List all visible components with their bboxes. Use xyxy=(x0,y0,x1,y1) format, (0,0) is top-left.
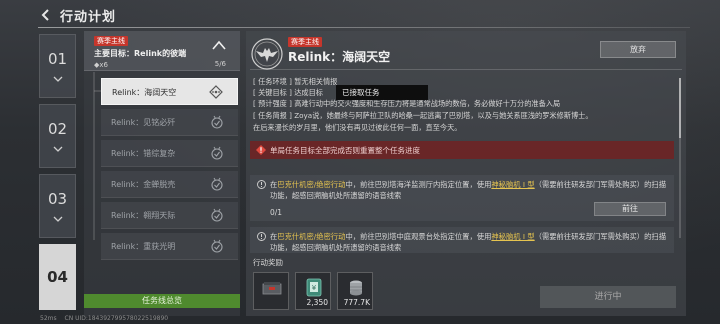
page-title: 行动计划 xyxy=(60,10,117,25)
chevron-down-icon xyxy=(53,146,62,152)
goto-button[interactable]: 前往 xyxy=(594,202,666,216)
questline-overview-button[interactable]: 任务线总览 xyxy=(84,294,240,308)
quest-item-chonghuoguangming[interactable]: Relink：重获光明 xyxy=(101,233,238,260)
quest-tree-line xyxy=(93,72,101,240)
brief-key: [ 任务简报 ] xyxy=(253,111,292,120)
chapter-number: 03 xyxy=(47,190,68,208)
main-goal-progress: 5/6 xyxy=(214,60,226,68)
target-key: [ 关键目标 ] xyxy=(253,88,292,97)
ammo-box-icon xyxy=(262,282,282,295)
main-goal-reward: ◆x6 xyxy=(94,61,108,69)
task-mode: 巴克什机密/绝密行动 xyxy=(277,232,346,241)
quest-item-cuozongfuza[interactable]: Relink：错综复杂 xyxy=(101,140,238,167)
detail-divider xyxy=(250,69,682,70)
chapter-number: 04 xyxy=(47,268,68,286)
uid-text: CN UID:184392799578022519890 xyxy=(64,315,169,322)
active-diamond-icon xyxy=(209,85,223,99)
task-description: 在巴克什机密/绝密行动中，前往巴别塔海洋监测厅内指定位置，使用神秘脑机 I 型（… xyxy=(270,180,666,200)
task-mode: 巴克什机密/绝密行动 xyxy=(277,180,346,189)
item-link[interactable]: 神秘脑机 I 型 xyxy=(491,180,534,189)
task-description: 在巴克什机密/绝密行动中，前往巴别塔中庭观景台处指定位置，使用神秘脑机 I 型（… xyxy=(270,232,666,252)
medal-check-icon xyxy=(211,208,223,222)
warning-text: 单局任务目标全部完成否则重置整个任务进度 xyxy=(270,146,420,155)
accepted-tooltip: 已接取任务 xyxy=(336,85,428,100)
task-item-2: 在巴克什机密/绝密行动中，前往巴别塔中庭观景台处指定位置，使用神秘脑机 I 型（… xyxy=(250,227,674,253)
chevron-down-icon xyxy=(53,76,62,82)
money-box-icon: ¥ xyxy=(306,278,322,297)
season-tag: 赛季主线 xyxy=(94,36,128,46)
reward-tile-money[interactable]: ¥ 2,350 xyxy=(295,272,331,310)
task-progress: 0/1 xyxy=(270,208,283,217)
chapter-tab-02[interactable]: 02 xyxy=(39,104,76,168)
reward-tile-coins[interactable]: 777.7K xyxy=(337,272,373,310)
chapter-number: 01 xyxy=(47,50,68,68)
latency-text: 52ms xyxy=(40,315,57,322)
quest-item-aoxiangtianji[interactable]: Relink：翱翔天际 xyxy=(101,202,238,229)
quest-item-label: Relink：翱翔天际 xyxy=(111,211,176,220)
medal-check-icon xyxy=(211,239,223,253)
quest-item-jinchantuoqiao[interactable]: Relink：金蝉脱壳 xyxy=(101,171,238,198)
svg-text:¥: ¥ xyxy=(312,284,317,292)
scrollbar-thumb[interactable] xyxy=(679,78,681,138)
reward-tile-ammo[interactable] xyxy=(253,272,289,310)
warning-banner: 单局任务目标全部完成否则重置整个任务进度 xyxy=(250,141,674,159)
env-line: [ 任务环境 ] 暂无相关情报 xyxy=(253,77,337,87)
task-status-icon xyxy=(257,232,266,241)
quest-item-label: Relink：见铭必歼 xyxy=(111,118,176,127)
quest-title: Relink：海阔天空 xyxy=(288,50,391,64)
reward-count: 2,350 xyxy=(306,298,328,307)
season-tag: 赛季主线 xyxy=(288,37,322,47)
difficulty-key: [ 预计强度 ] xyxy=(253,99,292,108)
detail-scrollbar[interactable] xyxy=(679,78,681,238)
header-divider xyxy=(38,27,690,28)
brief-line-1: Zoya说，她最终与阿萨拉卫队的哈桑一起逃离了巴别塔，以及与她关系匪浅的罗米修斯… xyxy=(294,111,593,120)
quest-item-label: Relink：重获光明 xyxy=(111,242,176,251)
reward-count: 777.7K xyxy=(343,298,370,307)
coin-stack-icon xyxy=(350,280,362,296)
chapter-tab-03[interactable]: 03 xyxy=(39,174,76,238)
difficulty-line: [ 预计强度 ] 高难行动中的交火强度和生存压力将是通常战场的数倍，务必做好十万… xyxy=(253,99,560,109)
env-key: [ 任务环境 ] xyxy=(253,77,292,86)
quest-item-jianmingbijian[interactable]: Relink：见铭必歼 xyxy=(101,109,238,136)
warning-diamond-icon xyxy=(256,145,266,155)
eagle-emblem-icon xyxy=(251,38,283,70)
chevron-up-icon[interactable] xyxy=(212,40,226,50)
quest-item-label: Relink：海阔天空 xyxy=(112,88,177,97)
back-arrow-icon[interactable] xyxy=(38,7,54,23)
chapter-tab-01[interactable]: 01 xyxy=(39,34,76,98)
target-value: 达成目标 xyxy=(294,88,323,97)
brief-line: [ 任务简报 ] Zoya说，她最终与阿萨拉卫队的哈桑一起逃离了巴别塔，以及与她… xyxy=(253,111,593,121)
medal-check-icon xyxy=(211,146,223,160)
quest-item-haikuotiankong[interactable]: Relink：海阔天空 xyxy=(101,78,238,105)
medal-check-icon xyxy=(211,177,223,191)
chapter-number: 02 xyxy=(47,120,68,138)
medal-check-icon xyxy=(211,115,223,129)
abandon-button[interactable]: 放弃 xyxy=(600,41,676,58)
quest-item-label: Relink：金蝉脱壳 xyxy=(111,180,176,189)
in-progress-button: 进行中 xyxy=(540,286,676,308)
main-goal-header[interactable]: 赛季主线 主要目标：Relink的彼端 ◆x6 5/6 xyxy=(84,31,240,71)
status-footer: 52ms CN UID:184392799578022519890 xyxy=(40,315,174,322)
task-status-icon xyxy=(257,180,266,189)
top-bar: 行动计划 xyxy=(0,0,720,30)
target-line: [ 关键目标 ] 达成目标 xyxy=(253,88,323,98)
chapter-tab-04[interactable]: 04 xyxy=(39,244,76,310)
rewards-label: 行动奖励 xyxy=(253,258,283,267)
brief-line-2: 在后来漫长的岁月里，他们没有再见过彼此任何一面，直至今天。 xyxy=(253,123,462,132)
env-value: 暂无相关情报 xyxy=(294,77,338,86)
quest-item-label: Relink：错综复杂 xyxy=(111,149,176,158)
main-goal-text: 主要目标：Relink的彼端 xyxy=(94,49,187,58)
difficulty-value: 高难行动中的交火强度和生存压力将是通常战场的数倍，务必做好十万分的准备入局 xyxy=(294,99,561,108)
chevron-down-icon xyxy=(53,216,62,222)
item-link[interactable]: 神秘脑机 I 型 xyxy=(491,232,534,241)
